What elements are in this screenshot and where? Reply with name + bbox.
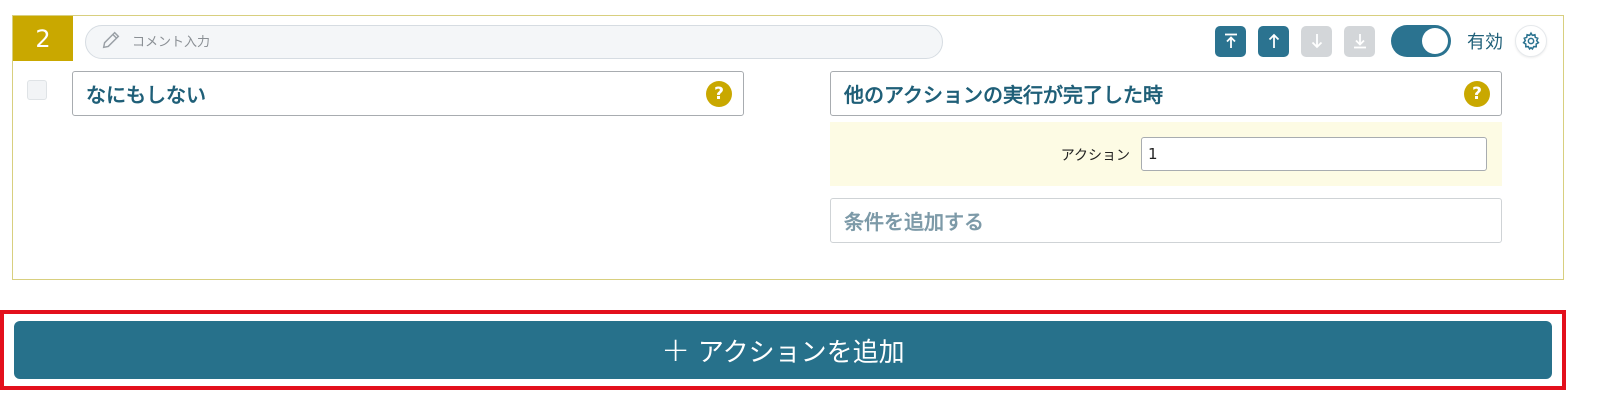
pencil-icon [100, 29, 122, 55]
enabled-label: 有効 [1467, 32, 1503, 53]
move-up-button[interactable] [1258, 25, 1289, 57]
add-action-button[interactable]: + アクションを追加 [14, 321, 1552, 379]
rule-toolbar: 有効 [1215, 22, 1547, 60]
action-type-label: なにもしない [86, 83, 206, 107]
rule-number-badge: 2 [13, 16, 73, 61]
move-bottom-button[interactable] [1344, 25, 1375, 57]
move-up-icon [1268, 33, 1279, 48]
gear-icon [1522, 31, 1540, 51]
trigger-params: アクション [830, 122, 1502, 186]
move-down-button[interactable] [1301, 25, 1332, 57]
move-top-button[interactable] [1215, 25, 1246, 57]
settings-button[interactable] [1515, 25, 1547, 57]
move-down-icon [1311, 34, 1322, 49]
trigger-help-icon[interactable]: ? [1464, 81, 1490, 107]
trigger-type-label: 他のアクションの実行が完了した時 [844, 83, 1163, 107]
rule-card: 2 コメント入力 有効 なにもしない ? 他のアクションの実行が完了した時 ? … [12, 15, 1564, 280]
action-type-select[interactable]: なにもしない ? [72, 71, 744, 116]
comment-field[interactable] [85, 25, 943, 59]
plus-icon: + [661, 330, 690, 370]
enabled-toggle[interactable] [1391, 25, 1451, 57]
move-top-icon [1224, 33, 1237, 48]
add-condition-button[interactable]: 条件を追加する [830, 198, 1502, 243]
action-param-input[interactable] [1141, 137, 1487, 171]
action-help-icon[interactable]: ? [706, 81, 732, 107]
trigger-type-select[interactable]: 他のアクションの実行が完了した時 ? [830, 71, 1502, 116]
comment-input[interactable] [132, 34, 932, 50]
add-condition-label: 条件を追加する [844, 210, 984, 234]
add-action-label: アクションを追加 [697, 337, 905, 368]
move-bottom-icon [1353, 34, 1366, 49]
action-param-label: アクション [1060, 148, 1130, 164]
toggle-knob [1422, 28, 1448, 54]
highlight-frame: + アクションを追加 [0, 310, 1566, 390]
rule-select-checkbox[interactable] [27, 80, 47, 100]
